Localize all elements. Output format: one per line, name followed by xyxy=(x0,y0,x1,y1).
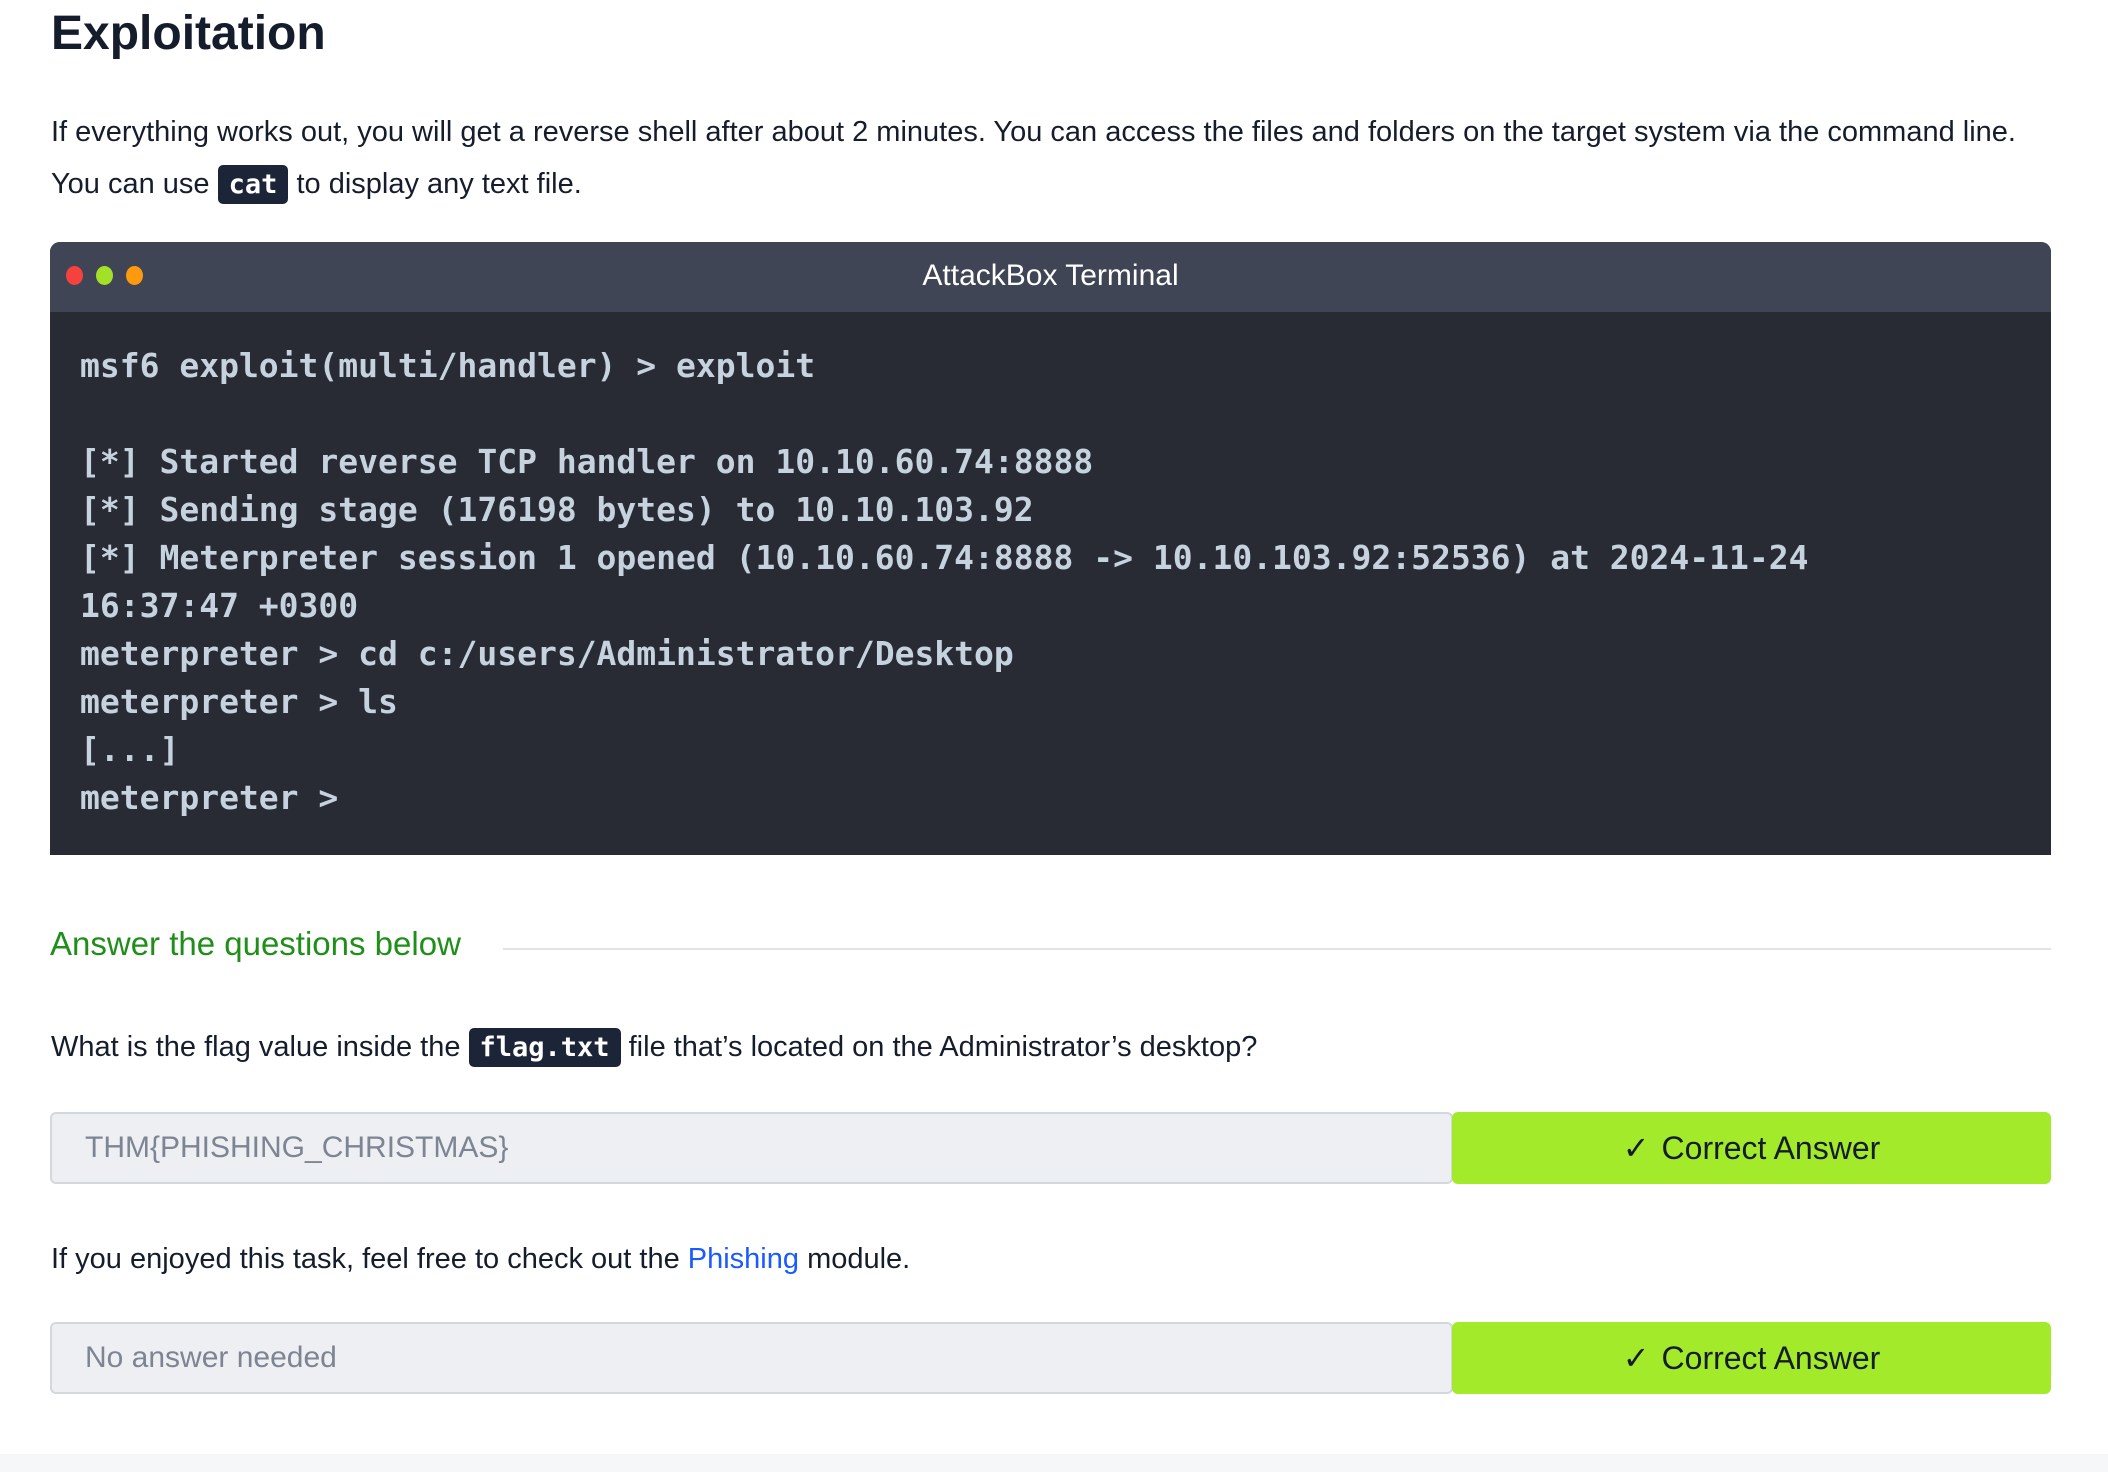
inline-code-cat: cat xyxy=(217,165,289,204)
terminal-titlebar: AttackBox Terminal xyxy=(50,242,2051,312)
check-icon: ✓ xyxy=(1622,1130,1650,1166)
question-text-end: file that’s located on the Administrator… xyxy=(620,1031,1258,1063)
question-text: What is the flag value inside the xyxy=(51,1031,469,1063)
terminal-output: msf6 exploit(multi/handler) > exploit [*]… xyxy=(50,312,2051,822)
phishing-module-link[interactable]: Phishing xyxy=(688,1243,799,1275)
button-label: Correct Answer xyxy=(1661,1129,1881,1166)
question-2-text: If you enjoyed this task, feel free to c… xyxy=(51,1233,910,1285)
divider xyxy=(503,948,2051,950)
questions-heading: Answer the questions below xyxy=(50,925,461,962)
correct-answer-button-2[interactable]: ✓ Correct Answer xyxy=(1452,1322,2051,1394)
terminal-line: meterpreter > cd c:/users/Administrator/… xyxy=(80,634,1014,673)
button-label: Correct Answer xyxy=(1661,1339,1881,1376)
correct-answer-button-1[interactable]: ✓ Correct Answer xyxy=(1452,1112,2051,1184)
question-text-end: module. xyxy=(799,1243,911,1275)
terminal-title: AttackBox Terminal xyxy=(922,259,1179,292)
answer-input-2[interactable]: No answer needed xyxy=(50,1322,1453,1394)
terminal-line: meterpreter > xyxy=(80,778,339,817)
answer-input-1[interactable]: THM{PHISHING_CHRISTMAS} xyxy=(50,1112,1453,1184)
section-title: Exploitation xyxy=(51,7,326,60)
inline-code-flag: flag.txt xyxy=(468,1028,621,1067)
terminal-line: 16:37:47 +0300 xyxy=(80,586,359,625)
terminal-line: meterpreter > ls xyxy=(80,682,398,721)
question-text: If you enjoyed this task, feel free to c… xyxy=(51,1243,688,1275)
intro-text-end: to display any text file. xyxy=(288,168,582,200)
terminal-line: msf6 exploit(multi/handler) > exploit xyxy=(80,346,816,385)
check-icon: ✓ xyxy=(1622,1340,1650,1376)
terminal-line: [*] Started reverse TCP handler on 10.10… xyxy=(80,442,1094,481)
terminal-line: [*] Meterpreter session 1 opened (10.10.… xyxy=(80,538,1809,577)
terminal-line: [*] Sending stage (176198 bytes) to 10.1… xyxy=(80,490,1034,529)
question-1-text: What is the flag value inside the flag.t… xyxy=(51,1021,1257,1074)
terminal-line: [...] xyxy=(80,730,180,769)
intro-paragraph: If everything works out, you will get a … xyxy=(51,106,2061,211)
terminal-window: AttackBox Terminal msf6 exploit(multi/ha… xyxy=(50,242,2051,855)
page-footer-band xyxy=(0,1454,2108,1472)
